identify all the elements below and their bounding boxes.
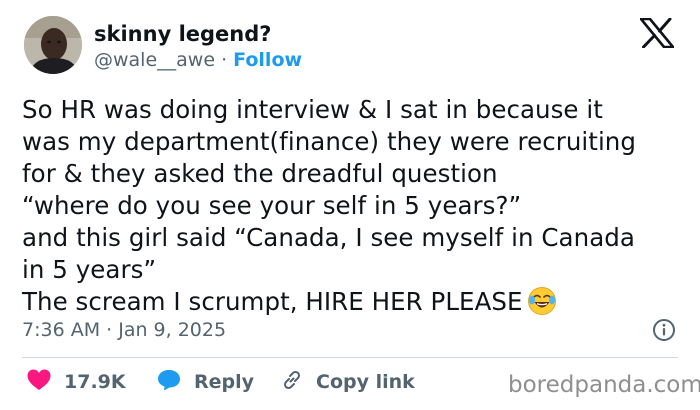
user-handle[interactable]: @wale__awe bbox=[94, 49, 215, 71]
watermark: boredpanda.com bbox=[508, 372, 700, 398]
tweet-timestamp[interactable]: 7:36 AM · Jan 9, 2025 bbox=[22, 318, 226, 342]
copy-link-button[interactable]: Copy link bbox=[280, 368, 415, 396]
like-count: 17.9K bbox=[64, 371, 126, 393]
handle-separator: · bbox=[215, 49, 234, 71]
copy-link-label: Copy link bbox=[316, 371, 415, 393]
tweet-card: skinny legend? @wale__awe · Follow So HR… bbox=[0, 0, 700, 410]
x-logo-icon[interactable] bbox=[639, 17, 675, 49]
reply-bubble-icon bbox=[156, 368, 182, 397]
like-button[interactable]: 17.9K bbox=[26, 368, 126, 396]
tweet-text-content: So HR was doing interview & I sat in bec… bbox=[22, 95, 636, 316]
face-with-tears-of-joy-icon bbox=[527, 286, 557, 324]
follow-button[interactable]: Follow bbox=[233, 49, 302, 71]
info-icon[interactable] bbox=[652, 318, 676, 342]
link-icon bbox=[280, 368, 304, 397]
heart-icon bbox=[26, 368, 52, 397]
tweet-text: So HR was doing interview & I sat in bec… bbox=[22, 94, 682, 324]
reply-button[interactable]: Reply bbox=[156, 368, 254, 396]
divider bbox=[22, 357, 678, 358]
avatar[interactable] bbox=[24, 16, 82, 74]
handle-row: @wale__awe · Follow bbox=[94, 48, 302, 72]
display-name[interactable]: skinny legend? bbox=[94, 20, 271, 48]
reply-label: Reply bbox=[194, 371, 255, 393]
